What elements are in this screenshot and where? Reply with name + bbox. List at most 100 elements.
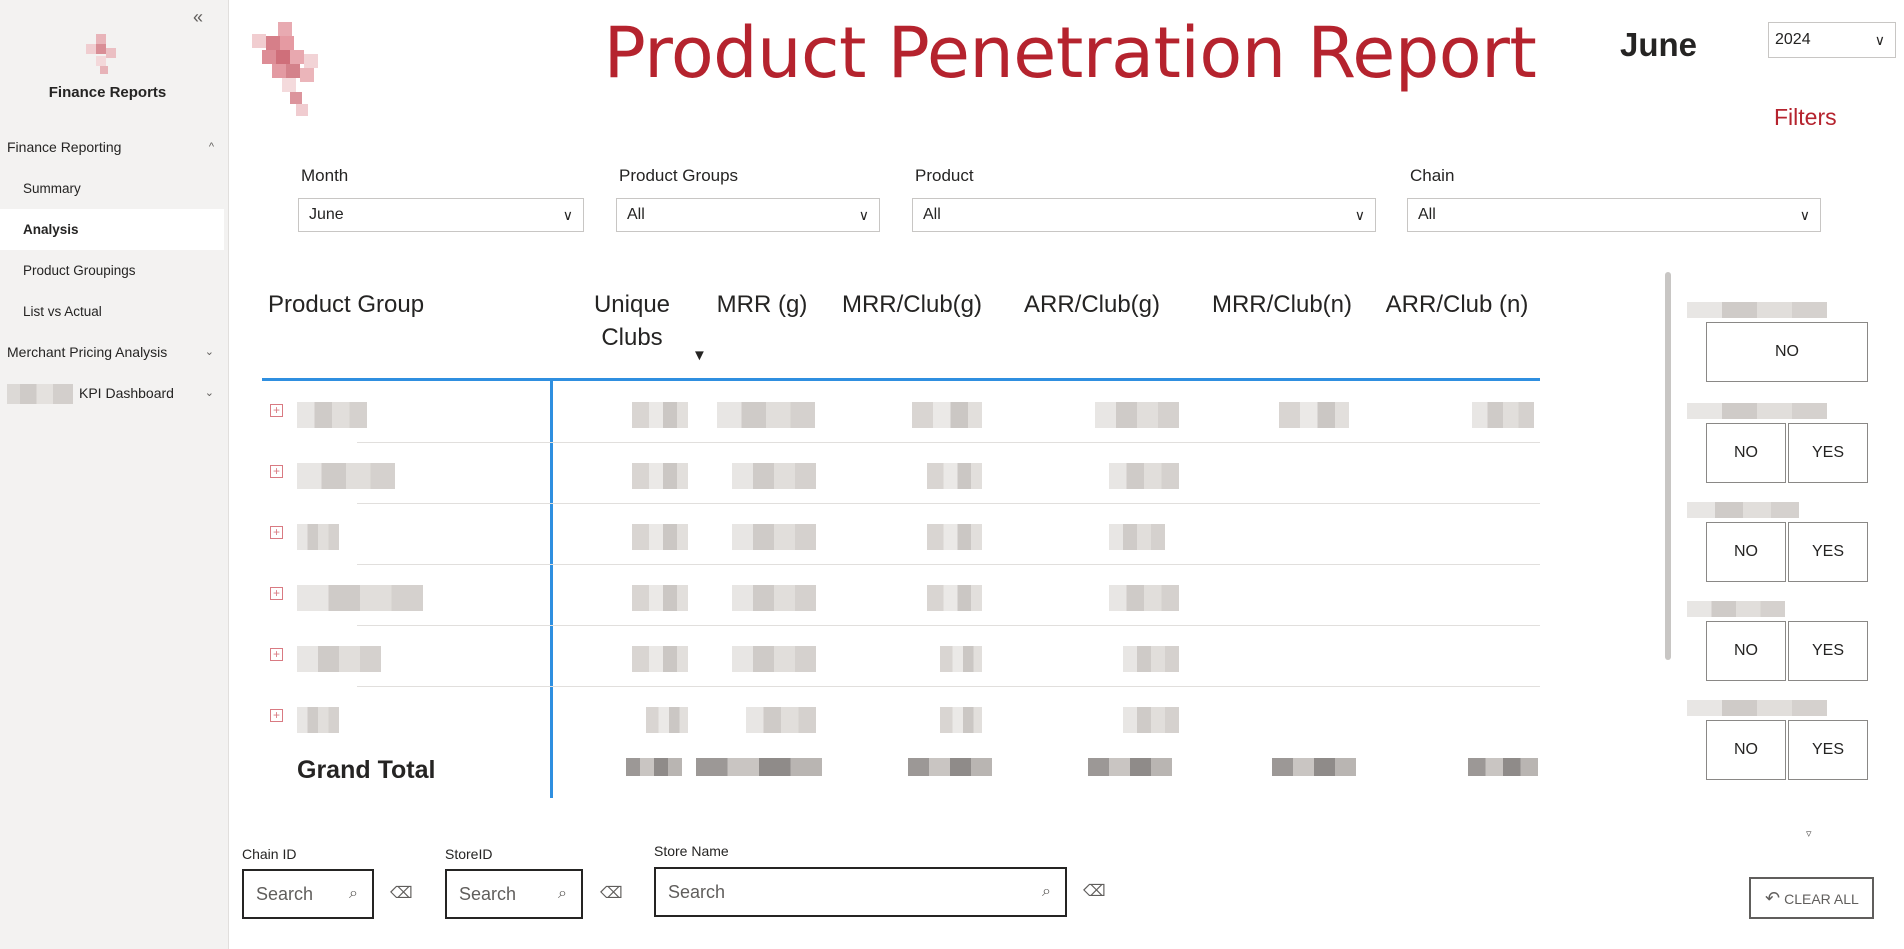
eraser-icon[interactable]: ⌫ [390,883,413,903]
redacted-filter-label [1687,502,1799,518]
chevron-down-icon: ⌄ [204,346,214,358]
column-header-mrr-club-g[interactable]: MRR/Club(g) [832,288,992,321]
column-header-arr-club-g[interactable]: ARR/Club(g) [1012,288,1172,321]
redacted-cell [297,646,381,672]
sidebar-item-label: KPI Dashboard [79,385,174,401]
store-name-search-input[interactable]: Search ⌕ [654,867,1067,917]
redacted-total [1468,758,1538,776]
sidebar-item-summary[interactable]: Summary [0,168,224,209]
filter-5-yes-button[interactable]: YES [1788,720,1868,780]
store-id-search-input[interactable]: Search ⌕ [445,869,583,919]
report-page: « Finance Reports Finance Reporting ^ Su… [0,0,1904,949]
redacted-cell [927,524,982,550]
header-divider [262,378,1540,381]
collapse-icon[interactable]: « [193,7,203,28]
table-row: + [262,565,1540,626]
chevron-down-icon: ∨ [858,207,869,223]
redacted-cell [1109,463,1179,489]
column-header-mrr-g[interactable]: MRR (g) [702,288,822,321]
sidebar-item-label: Finance Reporting [7,139,122,155]
clear-all-label: CLEAR ALL [1784,891,1859,907]
redacted-cell [717,402,815,428]
redacted-cell [632,402,688,428]
redacted-cell [746,707,816,733]
clear-all-button[interactable]: ↶ CLEAR ALL [1749,877,1874,919]
column-header-arr-club-n[interactable]: ARR/Club (n) [1372,288,1542,321]
redacted-cell [632,524,688,550]
grand-total-label: Grand Total [297,756,436,784]
table-row: + [262,687,1540,748]
table-row: + [262,504,1540,565]
redacted-cell [1472,402,1534,428]
filter-5-no-button[interactable]: NO [1706,720,1786,780]
sidebar-item-label: Summary [23,181,81,196]
expand-row-icon[interactable]: + [270,587,283,600]
store-id-label: StoreID [445,846,493,862]
filter-4-no-button[interactable]: NO [1706,621,1786,681]
filters-link[interactable]: Filters [1774,104,1837,131]
workspace-logo [86,34,116,74]
column-header-mrr-club-n[interactable]: MRR/Club(n) [1192,288,1372,321]
eraser-icon[interactable]: ⌫ [600,883,623,903]
redacted-cell [912,402,982,428]
redacted-cell [927,585,982,611]
month-slicer[interactable]: June ∨ [298,198,584,232]
chain-slicer-label: Chain [1410,166,1455,185]
filter-3-yes-button[interactable]: YES [1788,522,1868,582]
redacted-filter-label [1687,601,1785,617]
company-logo [252,22,318,116]
expand-row-icon[interactable]: + [270,709,283,722]
redacted-cell [1123,646,1179,672]
filter-4-yes-button[interactable]: YES [1788,621,1868,681]
chain-slicer[interactable]: All ∨ [1407,198,1821,232]
sidebar-item-finance-reporting[interactable]: Finance Reporting ^ [0,127,224,168]
column-header-unique-clubs[interactable]: Unique Clubs [572,288,692,354]
redacted-cell [632,646,688,672]
redacted-cell [732,646,816,672]
undo-icon: ↶ [1765,888,1781,908]
filter-1-no-button[interactable]: NO [1706,322,1868,382]
workspace-title: Finance Reports [48,84,167,101]
store-name-label: Store Name [654,843,729,859]
chain-id-label: Chain ID [242,846,297,862]
redacted-cell [297,524,339,550]
year-dropdown[interactable]: 2024 ∨ [1768,22,1896,58]
redacted-cell [297,707,339,733]
column-header-product-group[interactable]: Product Group [268,288,424,321]
sidebar-item-product-groupings[interactable]: Product Groupings [0,250,224,291]
product-slicer-value: All [923,206,941,223]
table-row: + [262,443,1540,504]
store-id-placeholder: Search [459,884,517,904]
search-icon: ⌕ [1042,883,1051,900]
month-slicer-value: June [309,206,344,223]
eraser-icon[interactable]: ⌫ [1083,881,1106,901]
sidebar-item-label: List vs Actual [23,304,102,319]
store-name-placeholder: Search [668,882,726,902]
redacted-total [1272,758,1356,776]
filter-2-yes-button[interactable]: YES [1788,423,1868,483]
filter-funnel-icon[interactable]: ▿ [1806,827,1812,840]
expand-row-icon[interactable]: + [270,526,283,539]
sidebar-item-kpi-dashboard[interactable]: KPI Dashboard ⌄ [0,373,224,414]
redacted-cell [732,524,816,550]
expand-row-icon[interactable]: + [270,465,283,478]
redacted-total [626,758,682,776]
product-groups-slicer[interactable]: All ∨ [616,198,880,232]
redacted-cell [1123,707,1179,733]
sidebar-item-label: Product Groupings [23,263,136,278]
filter-2-no-button[interactable]: NO [1706,423,1786,483]
filter-panel-scrollbar[interactable] [1665,272,1671,660]
expand-row-icon[interactable]: + [270,404,283,417]
filter-3-no-button[interactable]: NO [1706,522,1786,582]
month-slicer-label: Month [301,166,349,185]
product-slicer[interactable]: All ∨ [912,198,1376,232]
sidebar-item-list-vs-actual[interactable]: List vs Actual [0,291,224,332]
redacted-cell [646,707,688,733]
sort-descending-icon[interactable]: ▼ [692,347,707,364]
sidebar-item-merchant-pricing-analysis[interactable]: Merchant Pricing Analysis ⌄ [0,332,224,373]
table-row: + [262,626,1540,687]
sidebar-item-analysis[interactable]: Analysis [0,209,224,250]
expand-row-icon[interactable]: + [270,648,283,661]
chain-id-search-input[interactable]: Search ⌕ [242,869,374,919]
product-matrix: Product Group Unique Clubs MRR (g) ▼ MRR… [262,270,1542,800]
